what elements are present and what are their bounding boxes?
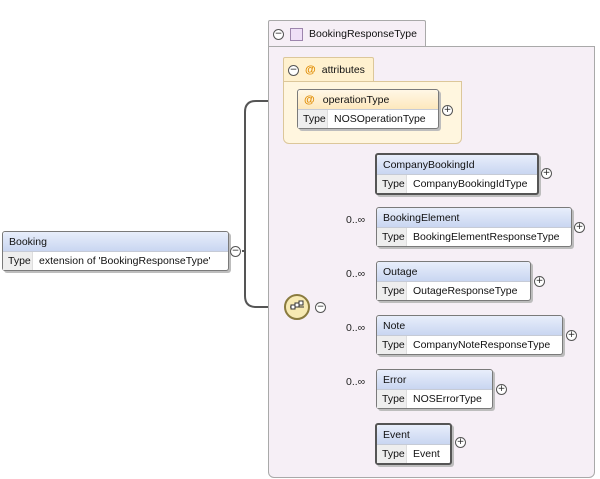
collapse-sequence-icon[interactable]: − <box>315 302 326 313</box>
sequence-compositor-icon <box>290 300 304 310</box>
element-CompanyBookingId[interactable]: CompanyBookingId Type CompanyBookingIdTyp… <box>375 153 539 195</box>
attribute-name: operationType <box>322 93 390 106</box>
complex-type-icon <box>290 27 303 41</box>
type-label: Type <box>3 252 33 270</box>
element-name: Booking <box>9 235 47 248</box>
type-label: Type <box>377 175 407 193</box>
attribute-operationType[interactable]: @ operationType Type NOSOperationType <box>297 89 439 129</box>
type-value: OutageResponseType <box>413 285 518 297</box>
type-value: Event <box>413 448 440 460</box>
element-Event[interactable]: Event Type Event <box>375 423 452 465</box>
attribute-at-icon: @ <box>305 64 316 76</box>
expand-Error-icon[interactable]: + <box>496 384 507 395</box>
multiplicity-BookingElement: 0..∞ <box>346 214 366 226</box>
expand-Outage-icon[interactable]: + <box>534 276 545 287</box>
type-label: Type <box>377 445 407 463</box>
type-label: Type <box>377 228 407 246</box>
multiplicity-Error: 0..∞ <box>346 376 366 388</box>
type-value: CompanyBookingIdType <box>413 178 528 190</box>
element-Note[interactable]: Note Type CompanyNoteResponseType <box>376 315 563 355</box>
element-name: BookingElement <box>383 211 460 224</box>
complex-type-name: BookingResponseType <box>309 28 417 40</box>
expand-CompanyBookingId-icon[interactable]: + <box>541 168 552 179</box>
type-value: BookingElementResponseType <box>413 231 560 243</box>
collapse-booking-icon[interactable]: − <box>230 246 241 257</box>
attributes-header[interactable]: − @ attributes <box>283 57 374 82</box>
expand-BookingElement-icon[interactable]: + <box>574 222 585 233</box>
type-label: Type <box>377 282 407 300</box>
element-name: CompanyBookingId <box>383 158 475 171</box>
element-name: Outage <box>383 265 418 278</box>
type-label: Type <box>377 336 407 354</box>
element-Error[interactable]: Error Type NOSErrorType <box>376 369 493 409</box>
type-value: NOSOperationType <box>334 113 426 125</box>
element-BookingElement[interactable]: BookingElement Type BookingElementRespons… <box>376 207 572 247</box>
collapse-attributes-icon[interactable]: − <box>288 64 299 76</box>
collapse-complex-type-icon[interactable]: − <box>273 28 284 40</box>
sequence-compositor[interactable] <box>284 294 310 320</box>
complex-type-header[interactable]: − BookingResponseType <box>268 20 426 47</box>
type-label: Type <box>298 110 328 128</box>
element-name: Error <box>383 373 407 386</box>
type-value: NOSErrorType <box>413 393 482 405</box>
element-name: Event <box>383 428 410 441</box>
expand-operationType-icon[interactable]: + <box>442 105 453 116</box>
expand-Event-icon[interactable]: + <box>455 437 466 448</box>
attribute-at-icon: @ <box>304 93 315 106</box>
element-name: Note <box>383 319 406 332</box>
element-Outage[interactable]: Outage Type OutageResponseType <box>376 261 531 301</box>
expand-Note-icon[interactable]: + <box>566 330 577 341</box>
multiplicity-Outage: 0..∞ <box>346 268 366 280</box>
type-value: CompanyNoteResponseType <box>413 339 551 351</box>
type-value: extension of 'BookingResponseType' <box>39 255 211 267</box>
multiplicity-Note: 0..∞ <box>346 322 366 334</box>
type-label: Type <box>377 390 407 408</box>
root-element-booking[interactable]: Booking Type extension of 'BookingRespons… <box>2 231 229 271</box>
attributes-label: attributes <box>321 64 365 76</box>
